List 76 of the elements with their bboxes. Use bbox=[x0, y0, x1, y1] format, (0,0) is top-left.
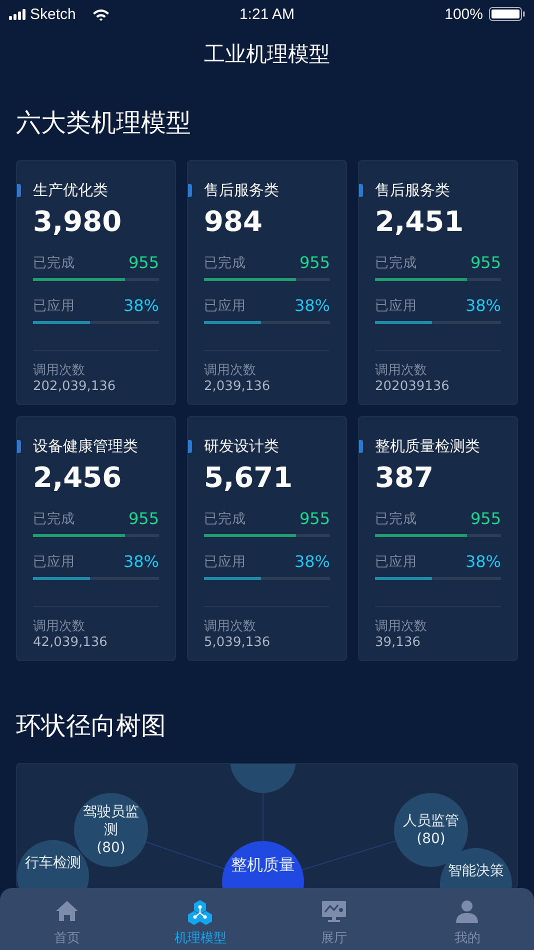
metric-value: 38% bbox=[123, 296, 159, 315]
metric-label: 已完成 bbox=[204, 510, 246, 528]
carrier-name: Sketch bbox=[30, 6, 76, 22]
accent-mark bbox=[359, 440, 363, 453]
calls-count: 42,039,136 bbox=[33, 635, 108, 650]
signal-icon bbox=[9, 8, 26, 20]
model-count: 2,456 bbox=[33, 461, 122, 494]
wifi-icon bbox=[92, 8, 110, 20]
section-heading: 六大类机理模型 bbox=[16, 106, 191, 138]
metric-label: 已完成 bbox=[33, 510, 75, 528]
model-count: 3,980 bbox=[33, 205, 122, 238]
node-label: 驾驶员监测 bbox=[82, 802, 140, 840]
metric-value: 38% bbox=[294, 296, 330, 315]
metric-value: 955 bbox=[128, 509, 159, 528]
model-count: 387 bbox=[375, 461, 434, 494]
metric-value: 955 bbox=[470, 509, 501, 528]
metric-label: 已应用 bbox=[204, 297, 246, 315]
page-title: 工业机理模型 bbox=[204, 41, 330, 68]
card-title: 整机质量检测类 bbox=[375, 437, 480, 457]
section-heading: 环状径向树图 bbox=[16, 710, 166, 742]
metric-label: 已完成 bbox=[204, 254, 246, 272]
card-title: 设备健康管理类 bbox=[33, 437, 138, 457]
calls-count: 5,039,136 bbox=[204, 635, 270, 650]
tree-node[interactable]: 整机质量 bbox=[222, 841, 304, 888]
model-count: 5,671 bbox=[204, 461, 293, 494]
metric-label: 已完成 bbox=[33, 254, 75, 272]
card-title: 研发设计类 bbox=[204, 437, 279, 457]
clock-time: 1:21 AM bbox=[239, 6, 295, 22]
tree-node[interactable]: 智能决策 bbox=[440, 848, 512, 888]
calls-count: 2,039,136 bbox=[204, 379, 270, 394]
monitor-chart-icon bbox=[320, 899, 347, 925]
model-count: 984 bbox=[204, 205, 262, 238]
calls-label: 调用次数 bbox=[204, 362, 256, 379]
accent-mark bbox=[17, 184, 21, 197]
cubes-icon bbox=[187, 899, 214, 925]
battery-icon bbox=[489, 7, 525, 21]
card-title: 售后服务类 bbox=[204, 181, 279, 201]
calls-label: 调用次数 bbox=[33, 362, 85, 379]
node-label: 整机质量 bbox=[231, 855, 295, 876]
metric-value: 955 bbox=[299, 509, 330, 528]
calls-count: 202,039,136 bbox=[33, 379, 116, 394]
calls-label: 调用次数 bbox=[375, 618, 427, 635]
metric-value: 38% bbox=[465, 552, 501, 571]
accent-mark bbox=[188, 184, 192, 197]
accent-mark bbox=[17, 440, 21, 453]
metric-label: 已应用 bbox=[33, 297, 75, 315]
card-title: 售后服务类 bbox=[375, 181, 450, 201]
calls-label: 调用次数 bbox=[33, 618, 85, 635]
calls-count: 39,136 bbox=[375, 635, 420, 650]
metric-label: 已完成 bbox=[375, 510, 417, 528]
metric-label: 已应用 bbox=[375, 297, 417, 315]
metric-value: 955 bbox=[128, 253, 159, 272]
metric-value: 38% bbox=[294, 552, 330, 571]
battery-percent: 100% bbox=[444, 6, 483, 22]
tree-link bbox=[262, 792, 264, 842]
node-label: 人员监管 bbox=[403, 812, 459, 830]
metric-value: 38% bbox=[123, 552, 159, 571]
node-count: (80) bbox=[96, 839, 126, 858]
person-icon bbox=[454, 899, 480, 925]
card-title: 生产优化类 bbox=[33, 181, 108, 201]
calls-label: 调用次数 bbox=[204, 618, 256, 635]
metric-label: 已完成 bbox=[375, 254, 417, 272]
accent-mark bbox=[188, 440, 192, 453]
accent-mark bbox=[359, 184, 363, 197]
calls-count: 202039136 bbox=[375, 379, 450, 394]
metric-label: 已应用 bbox=[33, 553, 75, 571]
node-count: (80) bbox=[416, 830, 446, 848]
calls-label: 调用次数 bbox=[375, 362, 427, 379]
metric-label: 已应用 bbox=[375, 553, 417, 571]
metric-value: 38% bbox=[465, 296, 501, 315]
metric-value: 955 bbox=[299, 253, 330, 272]
metric-label: 已应用 bbox=[204, 553, 246, 571]
metric-value: 955 bbox=[470, 253, 501, 272]
tab-item[interactable]: 机理模型 bbox=[134, 888, 267, 950]
model-count: 2,451 bbox=[375, 205, 464, 238]
tree-node[interactable]: 行车检测 bbox=[17, 840, 89, 888]
